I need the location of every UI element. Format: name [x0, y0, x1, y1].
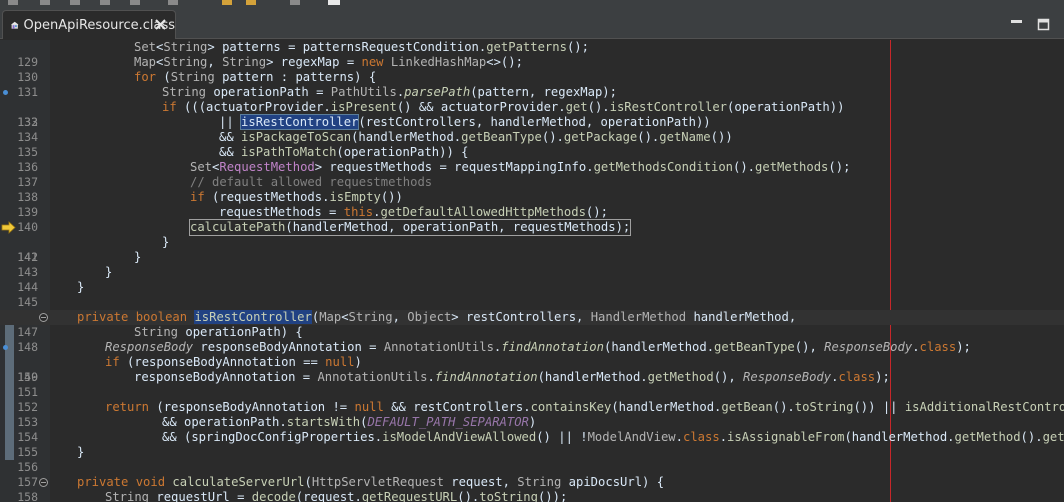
- fold-toggle-icon[interactable]: [39, 478, 48, 487]
- code-line[interactable]: 141 calculatePath(handlerMethod, operati…: [0, 219, 1064, 264]
- code-line[interactable]: 138 // default allowed requestmethods: [0, 175, 1064, 204]
- code-text: requestMethods = this.getDefaultAllowedH…: [219, 205, 608, 219]
- code-line[interactable]: 139 if (requestMethods.isEmpty()): [0, 190, 1064, 219]
- code-line[interactable]: 132 String operationPath = PathUtils.par…: [0, 85, 1064, 129]
- code-text: String operationPath) {: [134, 325, 303, 339]
- tab-openapiresource-class[interactable]: OpenApiResource.class: [2, 10, 176, 39]
- code-line[interactable]: 158 private void calculateServerUrl(Http…: [0, 475, 1064, 502]
- code-text: && (springDocConfigProperties.isModelAnd…: [162, 430, 1064, 444]
- code-line[interactable]: 150 if (responseBodyAnnotation == null): [0, 355, 1064, 384]
- maximize-icon[interactable]: [1037, 18, 1050, 31]
- toolbar-icon[interactable]: [8, 0, 18, 5]
- code-text: Set<RequestMethod> requestMethods = requ…: [190, 160, 851, 174]
- code-text: && isPathToMatch(operationPath)) {: [219, 145, 469, 159]
- code-editor[interactable]: 129 Set<String> patterns = patternsReque…: [0, 40, 1064, 502]
- code-line[interactable]: 140 requestMethods = this.getDefaultAllo…: [0, 205, 1064, 234]
- code-text: return (responseBodyAnnotation != null &…: [105, 400, 1064, 414]
- code-line-current[interactable]: 147 private boolean isRestController(Map…: [0, 310, 1064, 339]
- code-text: for (String pattern : patterns) {: [134, 70, 377, 84]
- code-text: if (responseBodyAnnotation == null): [105, 355, 362, 369]
- code-text: ResponseBody responseBodyAnnotation = An…: [105, 340, 971, 354]
- code-comment: // default allowed requestmethods: [190, 175, 433, 189]
- code-text: }: [77, 280, 85, 294]
- code-line[interactable]: 154 && operationPath.startsWith(DEFAULT_…: [0, 415, 1064, 444]
- toolbar-icon[interactable]: [100, 0, 110, 5]
- code-text: calculatePath(handlerMethod, operationPa…: [188, 219, 632, 236]
- code-line[interactable]: 146: [0, 295, 1064, 324]
- toolbar-icon[interactable]: [130, 0, 140, 5]
- code-line[interactable]: 145 }: [0, 280, 1064, 309]
- code-line[interactable]: 135 && isPackageToScan(handlerMethod.get…: [0, 130, 1064, 159]
- code-line[interactable]: 142 }: [0, 235, 1064, 264]
- code-line[interactable]: 130 Map<String, String> regexMap = new L…: [0, 55, 1064, 84]
- breakpoint-marker[interactable]: [3, 90, 8, 95]
- toolbar-icon[interactable]: [40, 0, 50, 5]
- code-text: Map<String, String> regexMap = new Linke…: [134, 55, 523, 69]
- close-icon[interactable]: [154, 18, 167, 31]
- toolbar-icon[interactable]: [70, 0, 80, 5]
- code-line[interactable]: 134 || isRestController(restControllers,…: [0, 114, 1064, 144]
- code-text: Set<String> patterns = patternsRequestCo…: [134, 40, 589, 54]
- editor-tab-bar: OpenApiResource.class: [0, 6, 1064, 39]
- code-text: || isRestController(restControllers, han…: [219, 114, 711, 130]
- code-text: private void calculateServerUrl(HttpServ…: [77, 475, 665, 489]
- code-text: }: [77, 445, 85, 459]
- code-text: responseBodyAnnotation = AnnotationUtils…: [134, 370, 890, 384]
- code-line[interactable]: 155 && (springDocConfigProperties.isMode…: [0, 430, 1064, 459]
- code-line[interactable]: 151 responseBodyAnnotation = AnnotationU…: [0, 370, 1064, 399]
- code-text: }: [134, 250, 142, 264]
- toolbar-icon[interactable]: [290, 0, 300, 5]
- window-controls: [1010, 18, 1050, 31]
- toolbar-icon[interactable]: [246, 0, 256, 5]
- code-text: && operationPath.startsWith(DEFAULT_PATH…: [162, 415, 537, 429]
- code-line[interactable]: 152: [0, 385, 1064, 414]
- code-text: }: [105, 265, 113, 279]
- code-text: if (requestMethods.isEmpty()): [190, 190, 403, 204]
- code-text: private boolean isRestController(Map<Str…: [77, 310, 797, 324]
- code-text: String operationPath = PathUtils.parsePa…: [162, 85, 617, 99]
- code-line[interactable]: 149 ResponseBody responseBodyAnnotation …: [0, 340, 1064, 384]
- code-line[interactable]: 129 Set<String> patterns = patternsReque…: [0, 40, 1064, 69]
- class-file-icon: [11, 21, 19, 29]
- code-text: && isPackageToScan(handlerMethod.getBean…: [219, 130, 733, 144]
- minimize-icon[interactable]: [1010, 18, 1023, 31]
- code-text: String requestUrl = decode(request.getRe…: [105, 490, 568, 502]
- code-line[interactable]: 153 return (responseBodyAnnotation != nu…: [0, 400, 1064, 429]
- toolbar-icon[interactable]: [328, 0, 340, 5]
- code-line[interactable]: 133 if (((actuatorProvider.isPresent() &…: [0, 100, 1064, 129]
- code-line[interactable]: 148 String operationPath) {: [0, 325, 1064, 354]
- code-line[interactable]: 137 Set<RequestMethod> requestMethods = …: [0, 160, 1064, 189]
- code-line[interactable]: 131 for (String pattern : patterns) {: [0, 70, 1064, 99]
- breakpoint-marker[interactable]: [3, 345, 8, 350]
- code-line[interactable]: 144 }: [0, 265, 1064, 294]
- fold-toggle-icon[interactable]: [39, 313, 48, 322]
- code-line[interactable]: 156 }: [0, 445, 1064, 474]
- code-line[interactable]: 157: [0, 460, 1064, 489]
- code-line[interactable]: 159 String requestUrl = decode(request.g…: [0, 490, 1064, 502]
- code-text: }: [162, 235, 170, 249]
- toolbar-icon[interactable]: [168, 0, 178, 5]
- tab-label: OpenApiResource.class: [23, 17, 176, 33]
- toolbar-icon[interactable]: [222, 0, 232, 5]
- code-line[interactable]: 143 }: [0, 250, 1064, 279]
- code-text: if (((actuatorProvider.isPresent() && ac…: [162, 100, 845, 114]
- code-line[interactable]: 136 && isPathToMatch(operationPath)) {: [0, 145, 1064, 174]
- debug-current-line-icon: [1, 221, 16, 234]
